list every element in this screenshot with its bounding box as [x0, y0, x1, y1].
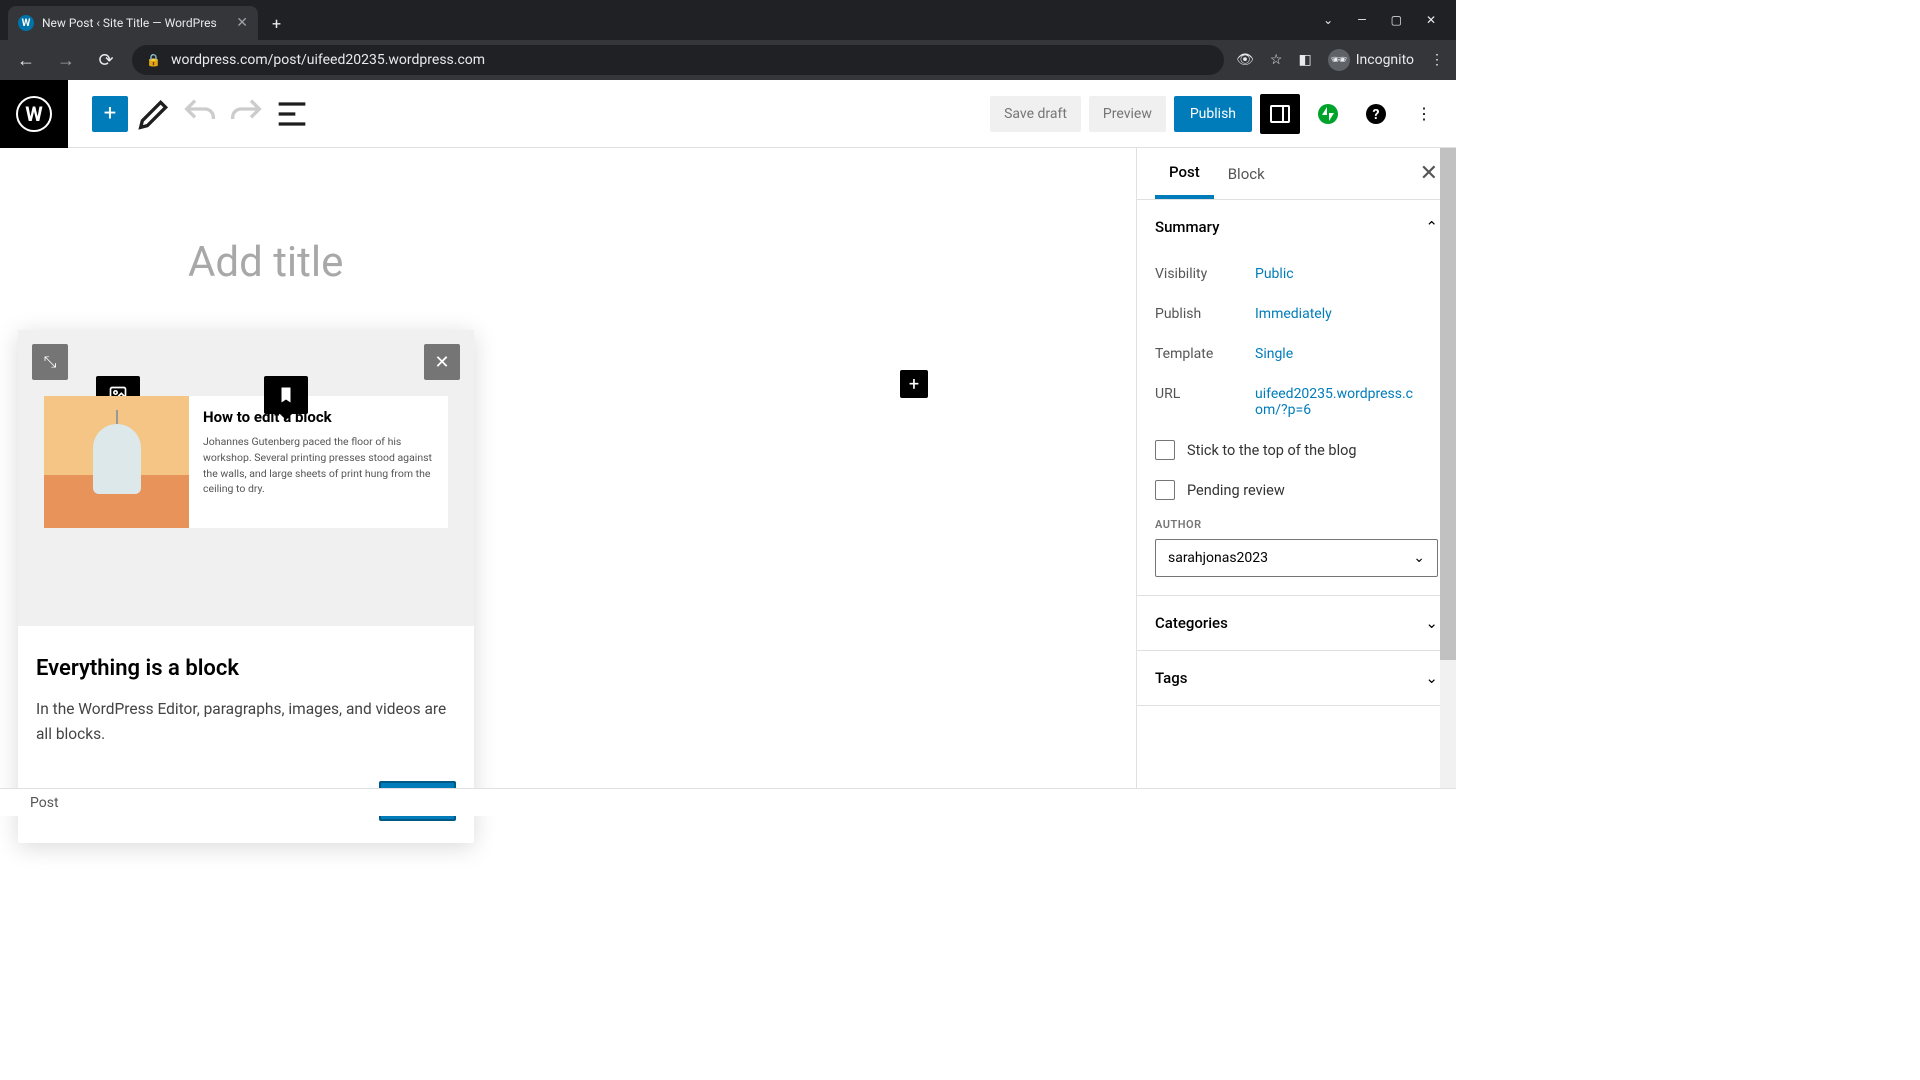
- incognito-icon: 🕶: [1328, 49, 1350, 71]
- forward-icon[interactable]: →: [52, 50, 80, 71]
- tools-button[interactable]: [134, 94, 174, 134]
- pending-review-label: Pending review: [1187, 482, 1285, 499]
- scrollbar-thumb[interactable]: [1440, 148, 1456, 660]
- author-select[interactable]: sarahjonas2023 ⌄: [1155, 539, 1438, 577]
- preview-button[interactable]: Preview: [1089, 96, 1166, 132]
- url-input[interactable]: 🔒 wordpress.com/post/uifeed20235.wordpre…: [132, 45, 1224, 75]
- publish-label: Publish: [1155, 306, 1255, 322]
- maximize-icon[interactable]: ▢: [1391, 13, 1402, 27]
- browser-menu-icon[interactable]: ⋮: [1430, 52, 1444, 68]
- side-panel-icon[interactable]: ◧: [1298, 52, 1311, 68]
- tab-post[interactable]: Post: [1155, 148, 1214, 199]
- new-tab-button[interactable]: +: [258, 6, 295, 40]
- editor-footer: Post: [0, 788, 1456, 816]
- bookmark-star-icon[interactable]: ☆: [1270, 52, 1283, 68]
- breadcrumb[interactable]: Post: [30, 795, 59, 811]
- window-controls: ⌄ — ▢ ✕: [1303, 0, 1456, 40]
- sidebar-icon: [1268, 102, 1292, 126]
- inline-add-block-button[interactable]: +: [900, 370, 928, 398]
- incognito-badge[interactable]: 🕶 Incognito: [1328, 49, 1414, 71]
- template-value[interactable]: Single: [1255, 346, 1293, 362]
- sidebar-close-button[interactable]: ✕: [1420, 161, 1438, 186]
- tutorial-sample-image: [44, 396, 189, 528]
- lock-icon: 🔒: [146, 53, 161, 67]
- post-title-input[interactable]: Add title: [188, 238, 343, 287]
- chevron-down-icon: ⌄: [1425, 614, 1438, 632]
- tab-title: New Post ‹ Site Title — WordPres: [42, 16, 228, 30]
- tab-block[interactable]: Block: [1214, 148, 1279, 199]
- tags-panel-header[interactable]: Tags ⌄: [1137, 651, 1456, 705]
- tutorial-step-title: Everything is a block: [36, 656, 456, 681]
- wordpress-favicon: W: [18, 15, 34, 31]
- template-label: Template: [1155, 346, 1255, 362]
- settings-sidebar-toggle[interactable]: [1260, 94, 1300, 134]
- pencil-icon: [134, 94, 174, 134]
- visibility-label: Visibility: [1155, 266, 1255, 282]
- list-view-icon: [272, 94, 312, 134]
- add-block-button[interactable]: +: [92, 96, 128, 132]
- editor-canvas[interactable]: Add title + ⤡ ✕ How to edit a block J: [0, 148, 1136, 816]
- tutorial-step-description: In the WordPress Editor, paragraphs, ima…: [36, 697, 456, 747]
- close-tab-icon[interactable]: ✕: [236, 15, 248, 31]
- chevron-up-icon: ⌃: [1425, 218, 1438, 236]
- reload-icon[interactable]: ⟳: [92, 50, 120, 71]
- eye-off-icon[interactable]: 👁: [1236, 52, 1254, 68]
- bookmark-block-tag: [264, 376, 308, 414]
- author-label: AUTHOR: [1155, 518, 1438, 531]
- redo-icon: [226, 94, 266, 134]
- undo-button[interactable]: [180, 94, 220, 134]
- publish-button[interactable]: Publish: [1174, 96, 1252, 132]
- document-overview-button[interactable]: [272, 94, 312, 134]
- url-label: URL: [1155, 386, 1255, 418]
- help-button[interactable]: ?: [1356, 94, 1396, 134]
- settings-sidebar: Post Block ✕ Summary ⌃ Visibility Public…: [1136, 148, 1456, 816]
- help-icon: ?: [1364, 102, 1388, 126]
- wordpress-logo-button[interactable]: W: [0, 80, 68, 148]
- undo-icon: [180, 94, 220, 134]
- save-draft-button[interactable]: Save draft: [990, 96, 1081, 132]
- options-menu-button[interactable]: ⋮: [1404, 94, 1444, 134]
- bookmark-icon: [277, 386, 295, 404]
- tutorial-illustration: How to edit a block Johannes Gutenberg p…: [44, 396, 448, 528]
- close-window-icon[interactable]: ✕: [1426, 13, 1436, 27]
- url-value[interactable]: uifeed20235.wordpress.com/?p=6: [1255, 386, 1415, 418]
- browser-tab[interactable]: W New Post ‹ Site Title — WordPres ✕: [8, 6, 258, 40]
- categories-panel-header[interactable]: Categories ⌄: [1137, 596, 1456, 650]
- address-bar: ← → ⟳ 🔒 wordpress.com/post/uifeed20235.w…: [0, 40, 1456, 80]
- browser-tab-bar: W New Post ‹ Site Title — WordPres ✕ + ⌄…: [0, 0, 1456, 40]
- chevron-down-icon: ⌄: [1425, 669, 1438, 687]
- jetpack-icon: [1316, 102, 1340, 126]
- tabs-dropdown-icon[interactable]: ⌄: [1323, 13, 1333, 27]
- url-text: wordpress.com/post/uifeed20235.wordpress…: [171, 52, 485, 68]
- back-icon[interactable]: ←: [12, 50, 40, 71]
- visibility-value[interactable]: Public: [1255, 266, 1294, 282]
- publish-value[interactable]: Immediately: [1255, 306, 1332, 322]
- vertical-scrollbar[interactable]: [1440, 148, 1456, 788]
- redo-button[interactable]: [226, 94, 266, 134]
- svg-text:?: ?: [1373, 107, 1380, 123]
- tutorial-sample-title: How to edit a block: [203, 408, 434, 426]
- tutorial-popup: ⤡ ✕ How to edit a block Johannes Gutenbe…: [18, 330, 474, 843]
- jetpack-button[interactable]: [1308, 94, 1348, 134]
- chevron-down-icon: ⌄: [1413, 550, 1425, 566]
- minimize-icon[interactable]: —: [1357, 13, 1366, 27]
- tutorial-sample-body: Johannes Gutenberg paced the floor of hi…: [203, 434, 434, 497]
- pending-review-checkbox[interactable]: [1155, 480, 1175, 500]
- sticky-checkbox[interactable]: [1155, 440, 1175, 460]
- tutorial-close-button[interactable]: ✕: [424, 344, 460, 380]
- tutorial-media-area: ⤡ ✕ How to edit a block Johannes Gutenbe…: [18, 330, 474, 626]
- tutorial-minimize-button[interactable]: ⤡: [32, 344, 68, 380]
- wordpress-logo-icon: W: [16, 96, 52, 132]
- summary-panel-header[interactable]: Summary ⌃: [1137, 200, 1456, 254]
- sticky-label: Stick to the top of the blog: [1187, 442, 1357, 459]
- editor-header: W + Save draft Preview Publish ? ⋮: [0, 80, 1456, 148]
